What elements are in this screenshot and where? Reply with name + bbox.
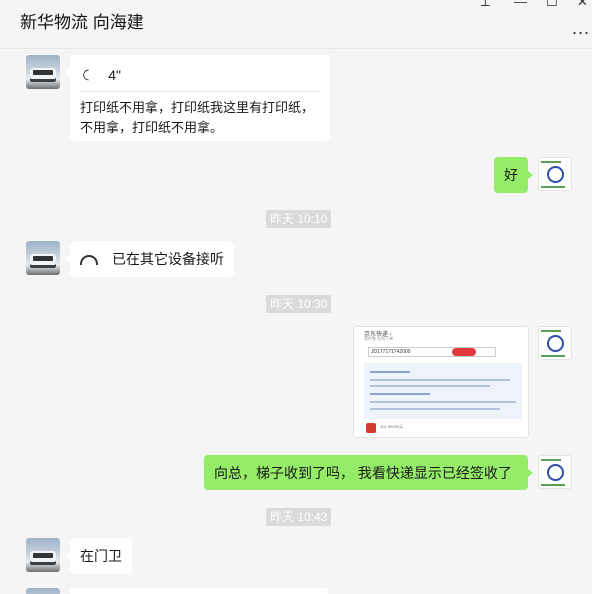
more-options-icon[interactable]: ... [572, 18, 590, 39]
avatar[interactable] [26, 588, 60, 594]
image-subtitle: 寄件查 在线下单 [364, 336, 394, 341]
voice-transcript: 打印纸不用拿，打印纸我这里有打印纸，不用拿，打印纸不用拿。 [80, 100, 315, 135]
voice-icon: ◡ [82, 68, 99, 82]
call-message-bubble[interactable]: 已在其它设备接听 [65, 241, 234, 277]
jd-logo [366, 423, 376, 433]
timestamp: 昨天 10:10 [266, 210, 332, 228]
image-tracking-field: JD1771?1?42000 [368, 347, 496, 357]
avatar[interactable] [538, 326, 572, 360]
avatar[interactable] [538, 455, 572, 489]
message-bubble[interactable] [70, 588, 328, 594]
message-bubble[interactable]: 好 [494, 157, 533, 193]
voice-message-bubble[interactable]: ◡ 4" 打印纸不用拿，打印纸我这里有打印纸，不用拿，打印纸不用拿。 [65, 55, 330, 141]
image-message[interactable]: 京东快递 › 寄件查 在线下单 JD1771?1?42000 JDL ¥5000… [353, 326, 529, 438]
timestamp: 昨天 10:30 [266, 295, 332, 313]
divider [80, 91, 320, 92]
avatar[interactable] [26, 241, 60, 275]
image-search-button [452, 348, 476, 356]
chat-title: 新华物流 向海建 [20, 13, 144, 32]
avatar[interactable] [26, 538, 60, 572]
message-bubble[interactable]: 向总，梯子收到了吗， 我看快递显示已经签收了 [204, 455, 533, 490]
timestamp: 昨天 10:43 [266, 508, 332, 526]
avatar[interactable] [538, 157, 572, 191]
title-bar: 新华物流 向海建 ⟂ — ☐ ✕ ... [0, 0, 592, 44]
voice-duration: 4" [108, 67, 121, 83]
voice-player[interactable]: ◡ 4" [82, 65, 121, 85]
phone-hangup-icon [80, 255, 98, 266]
call-status: 已在其它设备接听 [112, 251, 224, 267]
avatar[interactable] [26, 55, 60, 89]
minimize-icon[interactable]: — [514, 0, 527, 8]
pin-icon[interactable]: ⟂ [481, 0, 490, 8]
close-icon[interactable]: ✕ [577, 0, 588, 8]
image-footer: JDL ¥5000元 [380, 424, 404, 429]
message-bubble[interactable]: 在门卫 [65, 538, 132, 574]
maximize-icon[interactable]: ☐ [546, 0, 558, 8]
divider [0, 48, 592, 49]
image-panel [364, 363, 522, 419]
